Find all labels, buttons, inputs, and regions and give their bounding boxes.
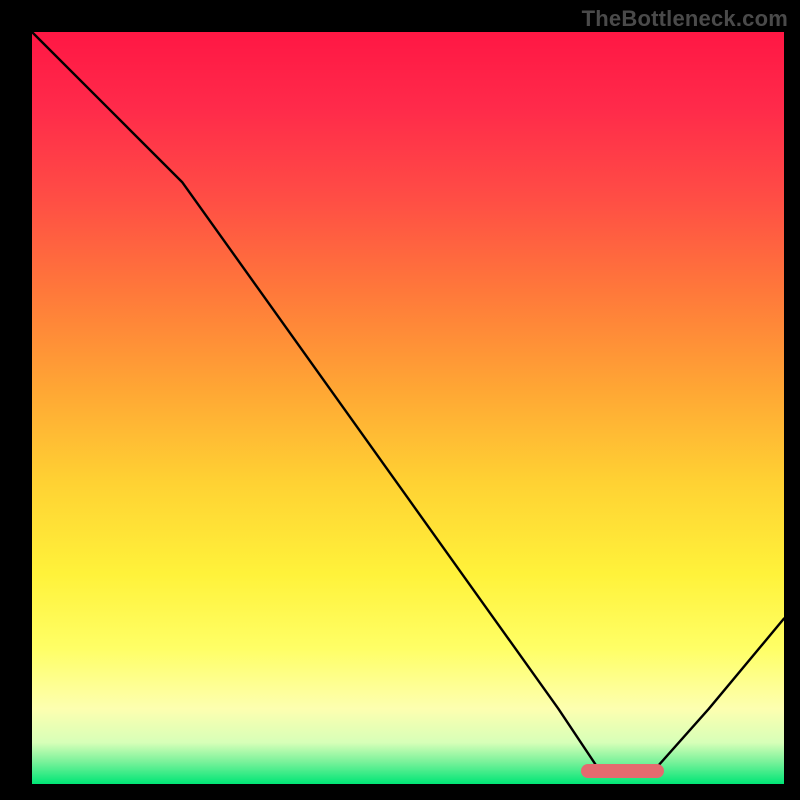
optimal-range-indicator — [581, 764, 664, 778]
watermark-text: TheBottleneck.com — [582, 6, 788, 32]
chart-frame: TheBottleneck.com — [0, 0, 800, 800]
curve-layer — [32, 32, 784, 784]
bottleneck-curve — [32, 32, 784, 776]
plot-area — [32, 32, 784, 784]
